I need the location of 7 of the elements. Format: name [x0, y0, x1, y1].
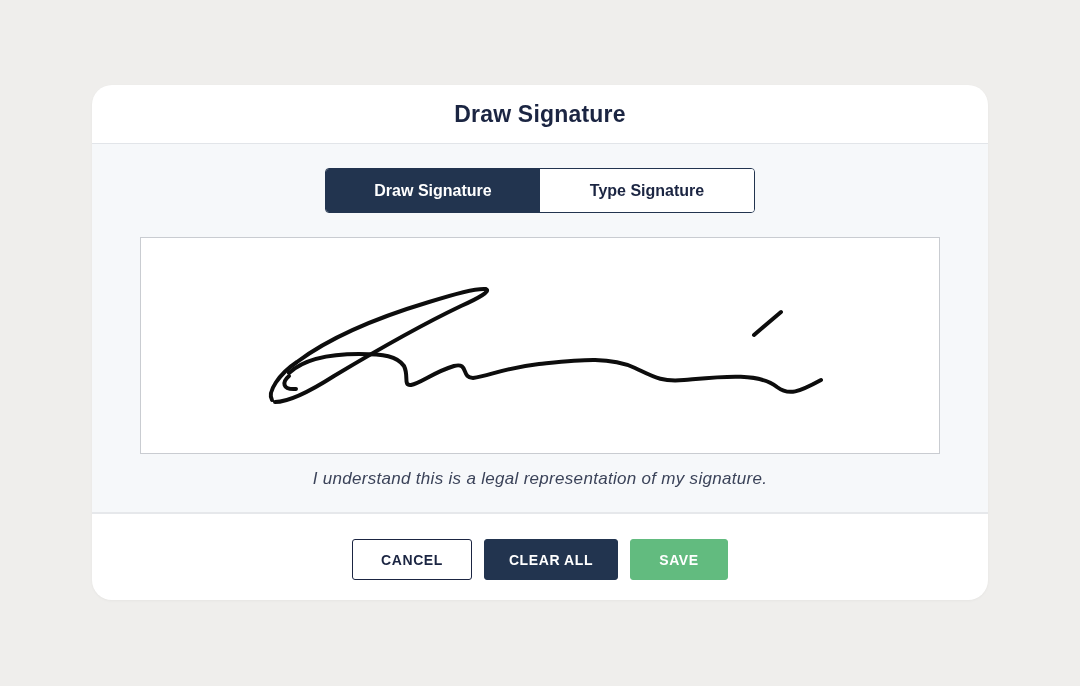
legal-disclaimer: I understand this is a legal representation of my signature.	[312, 468, 768, 490]
signature-pad[interactable]	[140, 237, 940, 454]
clear-all-button[interactable]: CLEAR ALL	[484, 539, 618, 580]
signature-mode-tab[interactable]: Draw Signature	[326, 169, 540, 212]
dialog-title: Draw Signature	[454, 100, 626, 128]
signature-mode-tab[interactable]: Type Signature	[540, 169, 754, 212]
cancel-button[interactable]: CANCEL	[352, 539, 472, 580]
